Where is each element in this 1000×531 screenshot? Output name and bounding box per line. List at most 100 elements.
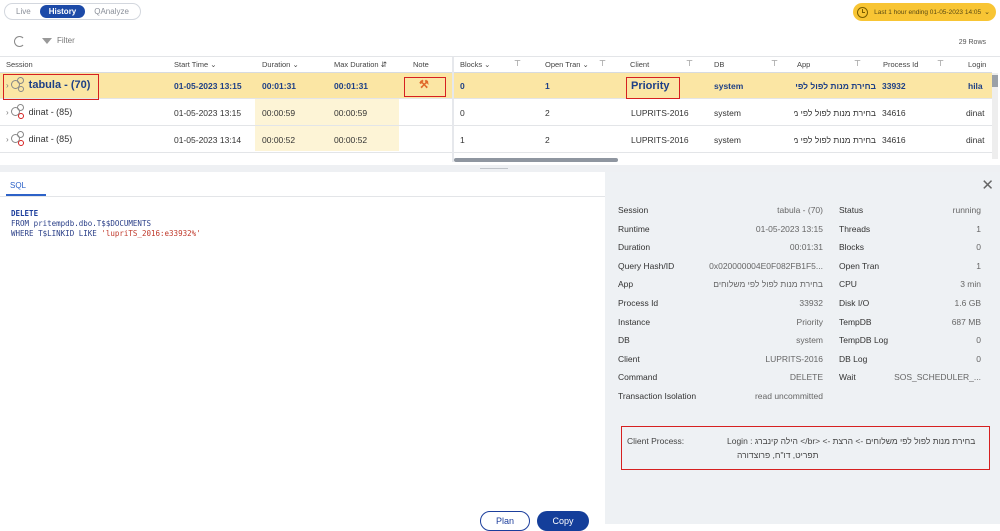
filter-button[interactable]: Filter (42, 36, 75, 45)
note-highlight-box (404, 77, 446, 97)
sql-code[interactable]: DELETE FROM pritempdb.dbo.T$$DOCUMENTS W… (11, 209, 201, 239)
db-cell: system (714, 81, 744, 91)
detail-label: TempDB (839, 316, 872, 327)
login-cell: dinat (966, 108, 985, 118)
col-login[interactable]: Login (968, 60, 986, 69)
process-id-cell: 34616 (882, 108, 906, 118)
client-cell: LUPRITS-2016 (631, 135, 689, 145)
col-process-id[interactable]: Process Id (883, 60, 918, 69)
time-range-label: Last 1 hour ending 01-05-2023 14:05 (874, 8, 982, 16)
detail-value: 0x020000004E0F082FB1F5... (709, 260, 823, 271)
login-cell: hila (968, 81, 983, 91)
blocks-cell: 1 (460, 135, 465, 145)
detail-value: 33932 (799, 298, 823, 308)
open-tran-cell: 2 (545, 108, 550, 118)
detail-value: 1 (976, 260, 981, 271)
max-duration-cell: 00:00:59 (334, 108, 368, 118)
sessions-grid: Session Start Time ⌄ Duration ⌄ Max Dura… (0, 56, 1000, 163)
tab-history[interactable]: History (39, 5, 86, 18)
detail-value: LUPRITS-2016 (765, 353, 823, 364)
client-cell: LUPRITS-2016 (631, 108, 689, 118)
duration-cell: 00:01:31 (262, 81, 297, 91)
chevron-right-icon[interactable]: › (6, 135, 9, 144)
pin-icon[interactable]: ⊤ (599, 59, 606, 68)
chevron-right-icon[interactable]: › (6, 108, 9, 117)
detail-value: running (952, 205, 981, 215)
close-icon[interactable]: ✕ (981, 176, 994, 194)
client-process-value-line2: תפריט, דו"ח, פרוצדורה (737, 450, 819, 460)
db-cell: system (714, 108, 741, 118)
detail-value: 00:01:31 (789, 242, 823, 253)
chevron-down-icon: ⌄ (984, 9, 990, 16)
session-details-pane: ✕ Session tabula - (70) Runtime 01-05-2023 … (605, 172, 1000, 524)
tab-qanalyze[interactable]: QAnalyze (85, 5, 138, 18)
detail-label: Process Id (618, 298, 659, 308)
col-max-duration[interactable]: Max Duration ⇵ (334, 60, 387, 69)
tab-sql[interactable]: SQL (10, 181, 26, 190)
detail-value: read uncommitted (754, 391, 823, 401)
detail-value: 687 MB (951, 316, 981, 327)
client-process-value: בחירת מנות לפול לפי משלוחים -> הרצת -> <… (727, 436, 976, 446)
session-cell[interactable]: › dinat - (85) (6, 131, 72, 147)
col-app[interactable]: App (797, 60, 810, 69)
filter-icon (42, 37, 52, 44)
col-note[interactable]: Note (413, 60, 429, 69)
detail-label: Query Hash/ID (618, 260, 675, 271)
col-session[interactable]: Session (6, 60, 33, 69)
table-row[interactable]: › dinat - (85) 01-05-2023 13:15 00:00:59… (0, 100, 992, 126)
pinned-divider (452, 57, 454, 162)
detail-value: system (796, 335, 823, 346)
session-gears-icon (10, 131, 26, 147)
divider (0, 196, 605, 197)
pin-icon[interactable]: ⊤ (771, 59, 778, 68)
pin-icon[interactable]: ⊤ (514, 59, 521, 68)
detail-label: Wait (839, 372, 856, 383)
copy-button[interactable]: Copy (537, 511, 589, 531)
col-start-time[interactable]: Start Time ⌄ (174, 60, 217, 69)
tab-live[interactable]: Live (7, 5, 40, 18)
pin-icon[interactable]: ⊤ (854, 59, 861, 68)
col-open-tran[interactable]: Open Tran ⌄ (545, 60, 589, 69)
detail-label: DB (618, 335, 630, 346)
col-duration[interactable]: Duration ⌄ (262, 60, 299, 69)
col-blocks[interactable]: Blocks ⌄ (460, 60, 490, 69)
detail-value: 0 (976, 242, 981, 253)
filter-label: Filter (57, 36, 75, 45)
detail-label: Session (618, 205, 649, 215)
detail-label: Disk I/O (839, 298, 870, 308)
app-cell: בחירת מנות לפול לפי משלוחים (794, 135, 876, 145)
detail-label: Client (618, 353, 640, 364)
plan-button[interactable]: Plan (480, 511, 530, 531)
time-range-selector[interactable]: Last 1 hour ending 01-05-2023 14:05 ⌄ (853, 3, 996, 21)
session-highlight-box (3, 74, 99, 100)
grid-toolbar: Filter 29 Rows (0, 31, 1000, 53)
pane-splitter[interactable] (0, 165, 1000, 172)
sql-pane: SQL DELETE FROM pritempdb.dbo.T$$DOCUMEN… (0, 172, 605, 531)
detail-value: DELETE (789, 372, 823, 383)
start-time-cell: 01-05-2023 13:15 (174, 108, 242, 118)
detail-label: Runtime (618, 223, 650, 234)
top-bar: Live History QAnalyze Last 1 hour ending… (0, 0, 1000, 26)
pin-icon[interactable]: ⊤ (686, 59, 693, 68)
refresh-icon[interactable] (14, 36, 25, 47)
grid-header: Session Start Time ⌄ Duration ⌄ Max Dura… (0, 57, 992, 73)
col-db[interactable]: DB (714, 60, 724, 69)
duration-cell: 00:00:59 (262, 108, 296, 118)
detail-value: tabula - (70) (777, 205, 823, 215)
detail-label: DB Log (839, 353, 868, 364)
blocks-cell: 0 (460, 81, 465, 91)
pin-icon[interactable]: ⊤ (937, 59, 944, 68)
detail-label: Threads (839, 223, 871, 234)
col-client[interactable]: Client (630, 60, 649, 69)
open-tran-cell: 1 (545, 81, 550, 91)
clock-icon (857, 6, 869, 18)
vertical-scrollbar[interactable] (992, 73, 998, 159)
max-duration-cell: 00:00:52 (334, 135, 368, 145)
detail-value: 1.6 GB (954, 298, 981, 308)
session-cell[interactable]: › dinat - (85) (6, 104, 72, 120)
table-row[interactable]: › tabula - (70) 01-05-2023 13:15 00:01:3… (0, 73, 992, 99)
horizontal-scrollbar[interactable] (454, 158, 618, 162)
table-row[interactable]: › dinat - (85) 01-05-2023 13:14 00:00:52… (0, 127, 992, 153)
detail-label: Duration (618, 242, 651, 253)
detail-value: 1 (976, 223, 981, 234)
